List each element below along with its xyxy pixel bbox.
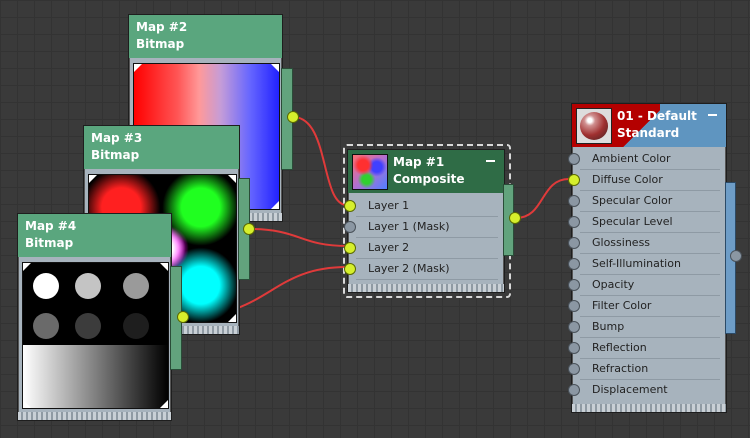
material-slot-8-label: Bump [592, 320, 625, 333]
node-map3-type: Bitmap [91, 148, 140, 162]
node-map3-name: Map #3 [91, 131, 143, 145]
node-map1-name: Map #1 [393, 155, 445, 169]
node-material-name: 01 - Default [617, 109, 697, 123]
node-map1-footer [348, 284, 504, 292]
material-slot-0[interactable]: Ambient Color [580, 149, 720, 170]
node-material-output-socket[interactable] [730, 250, 742, 262]
material-slot-9-label: Reflection [592, 341, 647, 354]
material-slot-0-socket[interactable] [568, 153, 580, 165]
material-slot-11[interactable]: Displacement [580, 380, 720, 400]
material-slot-7[interactable]: Filter Color [580, 296, 720, 317]
material-slot-9-socket[interactable] [568, 342, 580, 354]
node-map3-output-socket[interactable] [243, 223, 255, 235]
material-slot-0-label: Ambient Color [592, 152, 671, 165]
node-map4[interactable]: Map #4 Bitmap [17, 213, 172, 421]
material-slot-11-socket[interactable] [568, 384, 580, 396]
material-slot-1-label: Diffuse Color [592, 173, 663, 186]
material-slot-3-socket[interactable] [568, 216, 580, 228]
node-map1-output-socket[interactable] [509, 212, 521, 224]
material-slot-4[interactable]: Glossiness [580, 233, 720, 254]
node-material-header[interactable]: 01 - Default Standard [572, 104, 726, 147]
node-map4-type: Bitmap [25, 236, 74, 250]
composite-map-thumbnail-icon [352, 154, 388, 190]
material-slot-3-label: Specular Level [592, 215, 673, 228]
material-slot-6-socket[interactable] [568, 279, 580, 291]
node-material-footer [572, 404, 726, 412]
node-map1-minimize-icon[interactable] [486, 160, 495, 162]
map1-slot-0-label: Layer 1 [368, 199, 410, 212]
node-material-type: Standard [617, 126, 680, 140]
material-slot-8[interactable]: Bump [580, 317, 720, 338]
material-slot-10[interactable]: Refraction [580, 359, 720, 380]
node-map1-type: Composite [393, 172, 465, 186]
map1-slot-2-label: Layer 2 [368, 241, 410, 254]
node-map1-header[interactable]: Map #1 Composite [348, 150, 504, 193]
map1-slot-0-socket[interactable] [344, 200, 356, 212]
node-map4-output-socket[interactable] [177, 311, 189, 323]
node-map2-name: Map #2 [136, 20, 188, 34]
node-material-minimize-icon[interactable] [708, 114, 717, 116]
node-map2-header[interactable]: Map #2 Bitmap [129, 15, 282, 58]
map1-slot-3-label: Layer 2 (Mask) [368, 262, 450, 275]
material-slot-4-label: Glossiness [592, 236, 651, 249]
material-slot-2[interactable]: Specular Color [580, 191, 720, 212]
material-slot-8-socket[interactable] [568, 321, 580, 333]
material-slot-1-socket[interactable] [568, 174, 580, 186]
map1-slot-2-socket[interactable] [344, 242, 356, 254]
material-slot-7-label: Filter Color [592, 299, 652, 312]
map1-slot-1[interactable]: Layer 1 (Mask) [356, 217, 498, 238]
material-sphere-icon [576, 108, 612, 144]
material-slot-4-socket[interactable] [568, 237, 580, 249]
material-slot-6[interactable]: Opacity [580, 275, 720, 296]
node-map1[interactable]: Map #1 Composite Layer 1 Layer 1 (Mask) … [344, 149, 505, 293]
node-map4-name: Map #4 [25, 219, 77, 233]
node-map4-header[interactable]: Map #4 Bitmap [18, 214, 171, 257]
material-slot-5-label: Self-Illumination [592, 257, 681, 270]
node-map4-footer [18, 412, 171, 420]
node-material[interactable]: 01 - Default Standard Ambient Color Diff… [568, 103, 727, 413]
map1-slot-2[interactable]: Layer 2 [356, 238, 498, 259]
wire-composite-to-diffuse [515, 178, 570, 219]
node-map2-output-socket[interactable] [287, 111, 299, 123]
material-slot-1[interactable]: Diffuse Color [580, 170, 720, 191]
map1-slot-1-socket[interactable] [344, 221, 356, 233]
map1-slot-3-socket[interactable] [344, 263, 356, 275]
wire-map3-to-layer2 [248, 228, 348, 247]
node-map4-preview [22, 262, 169, 409]
map1-slot-1-label: Layer 1 (Mask) [368, 220, 450, 233]
material-slot-9[interactable]: Reflection [580, 338, 720, 359]
material-slot-11-label: Displacement [592, 383, 668, 396]
material-slot-2-label: Specular Color [592, 194, 673, 207]
node-map3-header[interactable]: Map #3 Bitmap [84, 126, 239, 169]
material-slot-6-label: Opacity [592, 278, 635, 291]
material-slot-2-socket[interactable] [568, 195, 580, 207]
material-slot-3[interactable]: Specular Level [580, 212, 720, 233]
wire-map2-to-layer1 [292, 116, 348, 206]
material-slot-10-label: Refraction [592, 362, 649, 375]
material-slot-10-socket[interactable] [568, 363, 580, 375]
map1-slot-0[interactable]: Layer 1 [356, 196, 498, 217]
map1-slot-3[interactable]: Layer 2 (Mask) [356, 259, 498, 280]
material-slot-5[interactable]: Self-Illumination [580, 254, 720, 275]
node-map2-type: Bitmap [136, 37, 185, 51]
material-slot-7-socket[interactable] [568, 300, 580, 312]
material-slot-5-socket[interactable] [568, 258, 580, 270]
